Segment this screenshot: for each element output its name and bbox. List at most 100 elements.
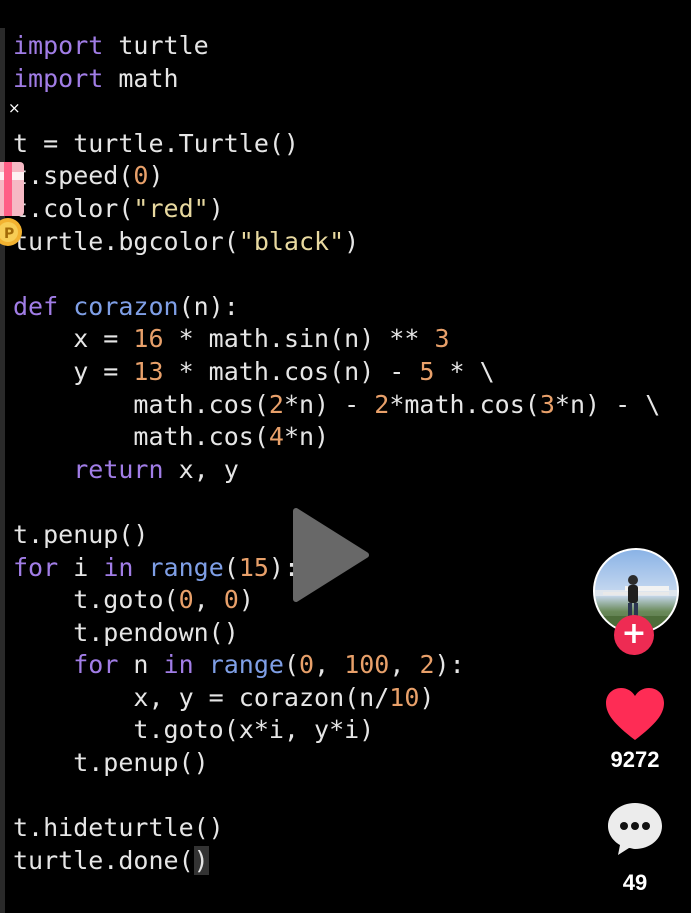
code-token: 2	[374, 389, 390, 419]
code-token: turtle	[103, 31, 209, 60]
code-token: "black"	[238, 226, 345, 256]
code-token: 5	[419, 356, 435, 386]
code-token: i	[58, 552, 104, 582]
code-token: *math.cos(	[389, 389, 540, 419]
code-token: 4	[268, 422, 284, 452]
code-token: 15	[238, 552, 269, 582]
code-token: turtle.bgcolor(	[13, 226, 239, 256]
code-token: 100	[344, 650, 390, 680]
code-token: x =	[13, 324, 134, 354]
code-token: for	[73, 650, 119, 680]
code-line: math.cos(4*n)	[13, 421, 660, 454]
code-line: return x, y	[13, 454, 660, 487]
code-line: import turtle	[13, 30, 660, 63]
code-token: )	[344, 226, 360, 256]
code-token: math.cos(	[13, 422, 269, 452]
code-token: (n):	[178, 291, 239, 321]
code-token: ,	[314, 650, 345, 680]
code-token: ,	[389, 650, 420, 680]
code-token: * math.sin(n) **	[163, 324, 435, 354]
code-line: t.hideturtle()	[13, 812, 660, 845]
code-token: y =	[13, 356, 134, 386]
comment-bubble-icon	[608, 803, 662, 855]
code-token: 0	[299, 650, 315, 680]
code-token: ):	[434, 650, 465, 680]
like-button[interactable]	[604, 686, 666, 742]
code-token: n	[118, 650, 164, 680]
code-token: for	[13, 552, 59, 582]
code-token: )	[193, 845, 209, 875]
play-icon[interactable]	[290, 505, 370, 605]
follow-button[interactable]: +	[614, 615, 654, 655]
code-token: 0	[133, 161, 149, 191]
code-token: 2	[268, 389, 284, 419]
code-token: x, y	[163, 454, 239, 484]
code-token: corazon	[73, 291, 179, 321]
code-line: x, y = corazon(n/10)	[13, 682, 660, 715]
code-line: turtle.bgcolor("black")	[13, 226, 660, 259]
code-token: import	[13, 31, 104, 60]
code-token: t = turtle.Turtle()	[13, 128, 299, 158]
code-token: *n) -	[283, 389, 375, 419]
code-token: t.speed(	[13, 161, 134, 191]
code-token: turtle.done(	[13, 845, 194, 875]
code-token: t.goto(x*i, y*i)	[13, 715, 375, 745]
code-token: range	[148, 552, 224, 582]
code-line: x = 16 * math.sin(n) ** 3	[13, 323, 660, 356]
code-token: 2	[419, 650, 435, 680]
code-token: t.pendown()	[13, 617, 239, 647]
code-line: t.pendown()	[13, 617, 660, 650]
plus-icon: +	[621, 616, 647, 651]
gift-icon[interactable]: P	[0, 162, 28, 248]
comment-button[interactable]	[605, 800, 665, 858]
code-token: (	[283, 650, 300, 680]
code-token: return	[73, 454, 164, 484]
code-token: def	[13, 291, 59, 321]
code-line: y = 13 * math.cos(n) - 5 * \	[13, 356, 660, 389]
code-token: 3	[539, 389, 555, 419]
comment-count: 49	[622, 870, 648, 895]
code-token: import	[13, 63, 104, 93]
svg-text:P: P	[4, 226, 14, 242]
code-line: for n in range(0, 100, 2):	[13, 649, 660, 682]
code-token: 16	[133, 324, 164, 354]
code-token: in	[163, 650, 194, 680]
code-token: math.cos(	[13, 389, 269, 419]
heart-icon	[606, 688, 664, 740]
editor-gutter	[0, 28, 5, 913]
code-token: 0	[178, 585, 194, 615]
code-line: t.penup()	[13, 747, 660, 780]
code-line: def corazon(n):	[13, 291, 660, 324]
code-token: in	[103, 552, 134, 582]
video-frame[interactable]: import turtle import math t = turtle.Turtl…	[0, 0, 691, 913]
code-token: *n)	[283, 422, 330, 452]
code-token: t.hideturtle()	[13, 813, 224, 843]
code-line: t.color("red")	[13, 193, 660, 226]
code-token: t.color(	[13, 193, 134, 223]
code-line: math.cos(2*n) - 2*math.cos(3*n) - \	[13, 389, 660, 422]
code-line: t = turtle.Turtle()	[13, 128, 660, 161]
code-token: )	[148, 161, 164, 191]
code-line: import math	[13, 63, 660, 96]
code-token: )	[238, 585, 254, 615]
close-icon[interactable]: ×	[8, 100, 21, 116]
code-line: t.speed(0)	[13, 160, 660, 193]
code-line: turtle.done()	[13, 845, 660, 878]
code-token: (	[223, 552, 239, 582]
code-token: * math.cos(n) -	[163, 356, 420, 386]
code-token: t.goto(	[13, 585, 179, 615]
code-token: t.penup()	[13, 519, 149, 549]
code-token: math	[103, 63, 179, 93]
code-line: t.goto(x*i, y*i)	[13, 714, 660, 747]
code-token: "red"	[133, 193, 209, 223]
code-token: 10	[389, 682, 420, 712]
code-token: )	[419, 682, 435, 712]
code-token: * \	[434, 356, 495, 386]
code-token: 0	[223, 585, 239, 615]
